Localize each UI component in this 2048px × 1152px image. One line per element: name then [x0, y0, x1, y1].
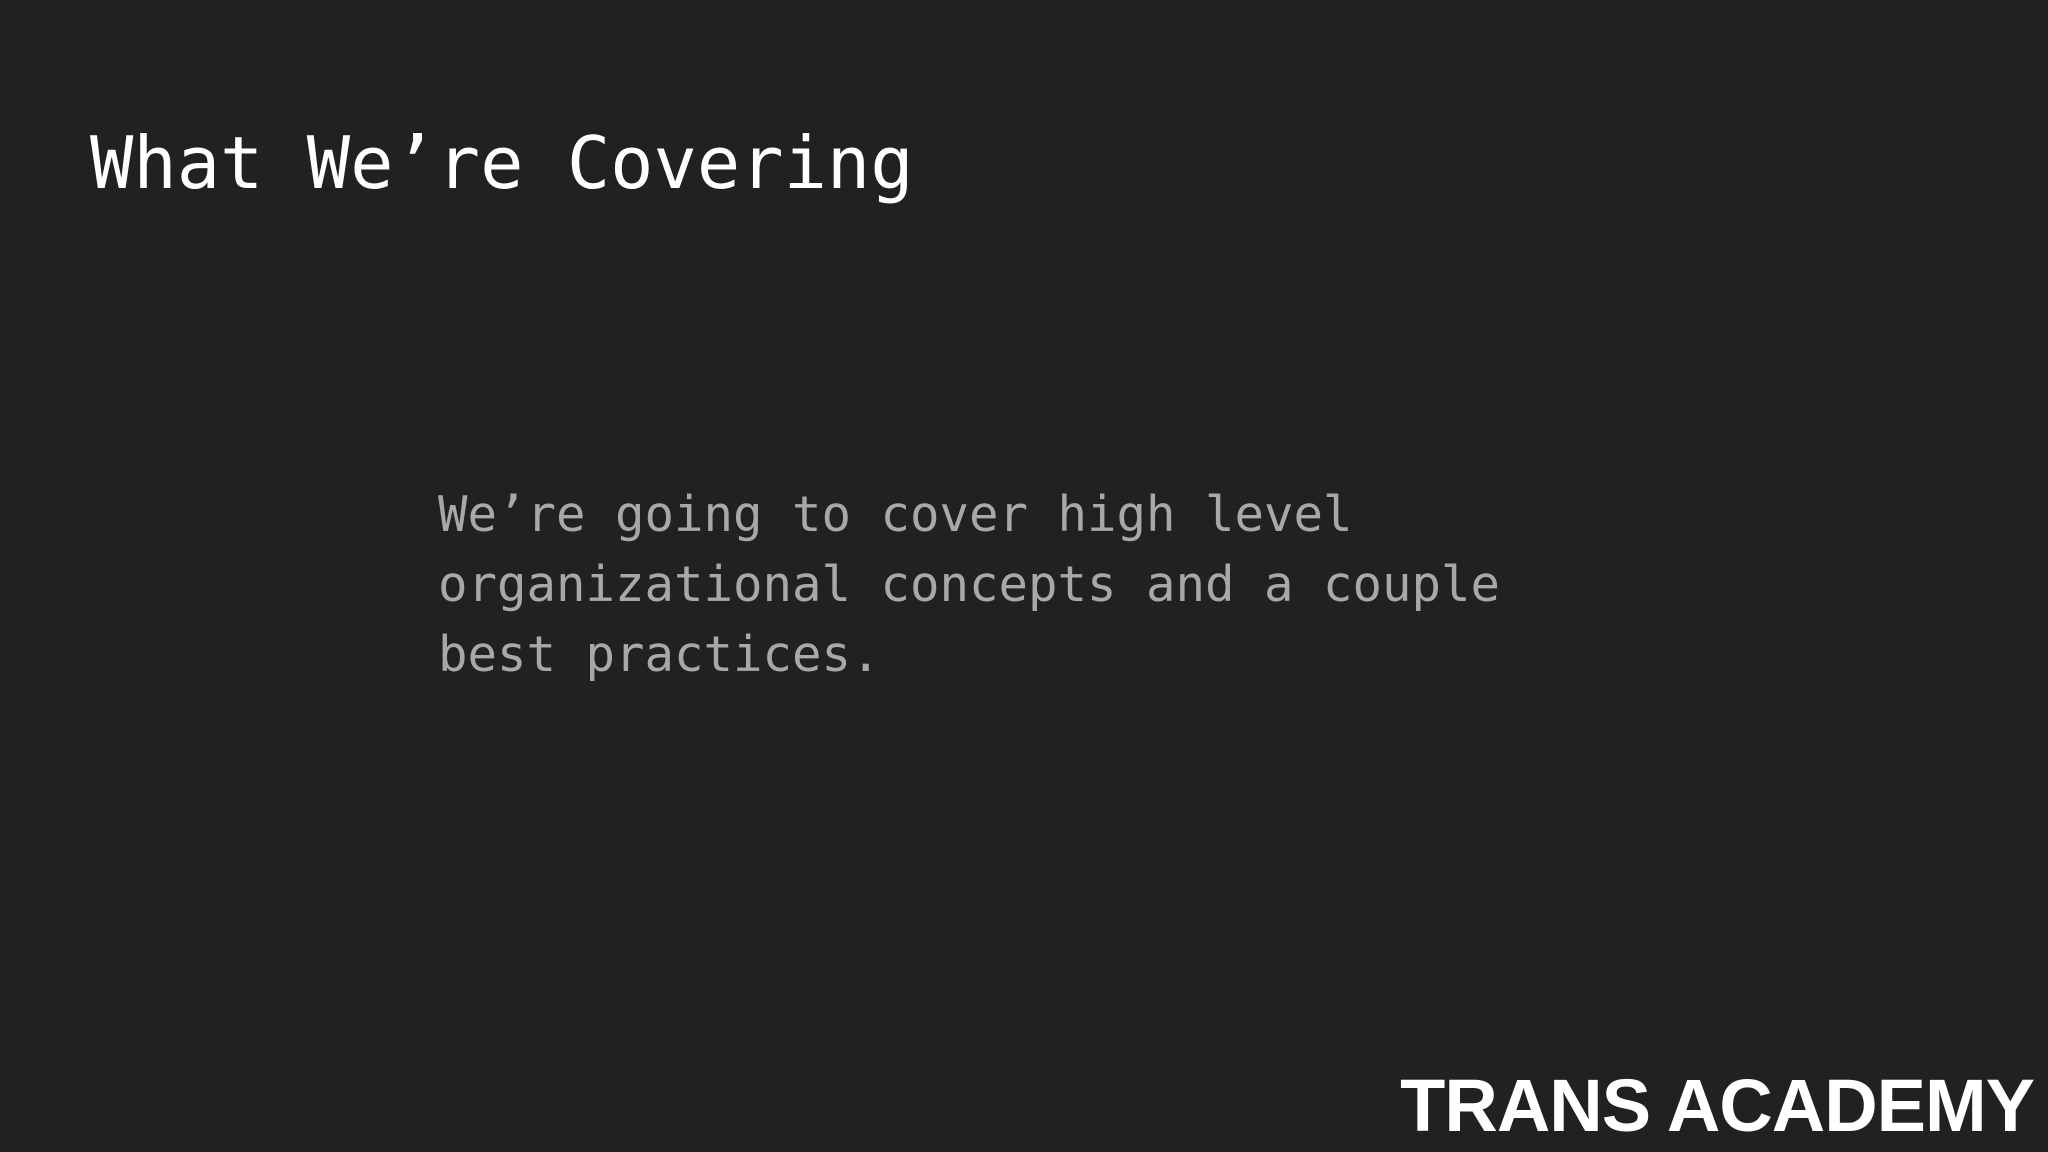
slide-body-text: We’re going to cover high level organiza…: [438, 480, 1688, 690]
body-line: organizational concepts and a couple: [438, 556, 1501, 613]
body-line: We’re going to cover high level: [438, 486, 1353, 543]
slide: What We’re Covering We’re going to cover…: [0, 0, 2048, 1152]
body-line: best practices.: [438, 626, 881, 683]
trans-academy-logo: TRANS ACADEMY: [1400, 1064, 2035, 1147]
slide-title: What We’re Covering: [90, 121, 914, 205]
